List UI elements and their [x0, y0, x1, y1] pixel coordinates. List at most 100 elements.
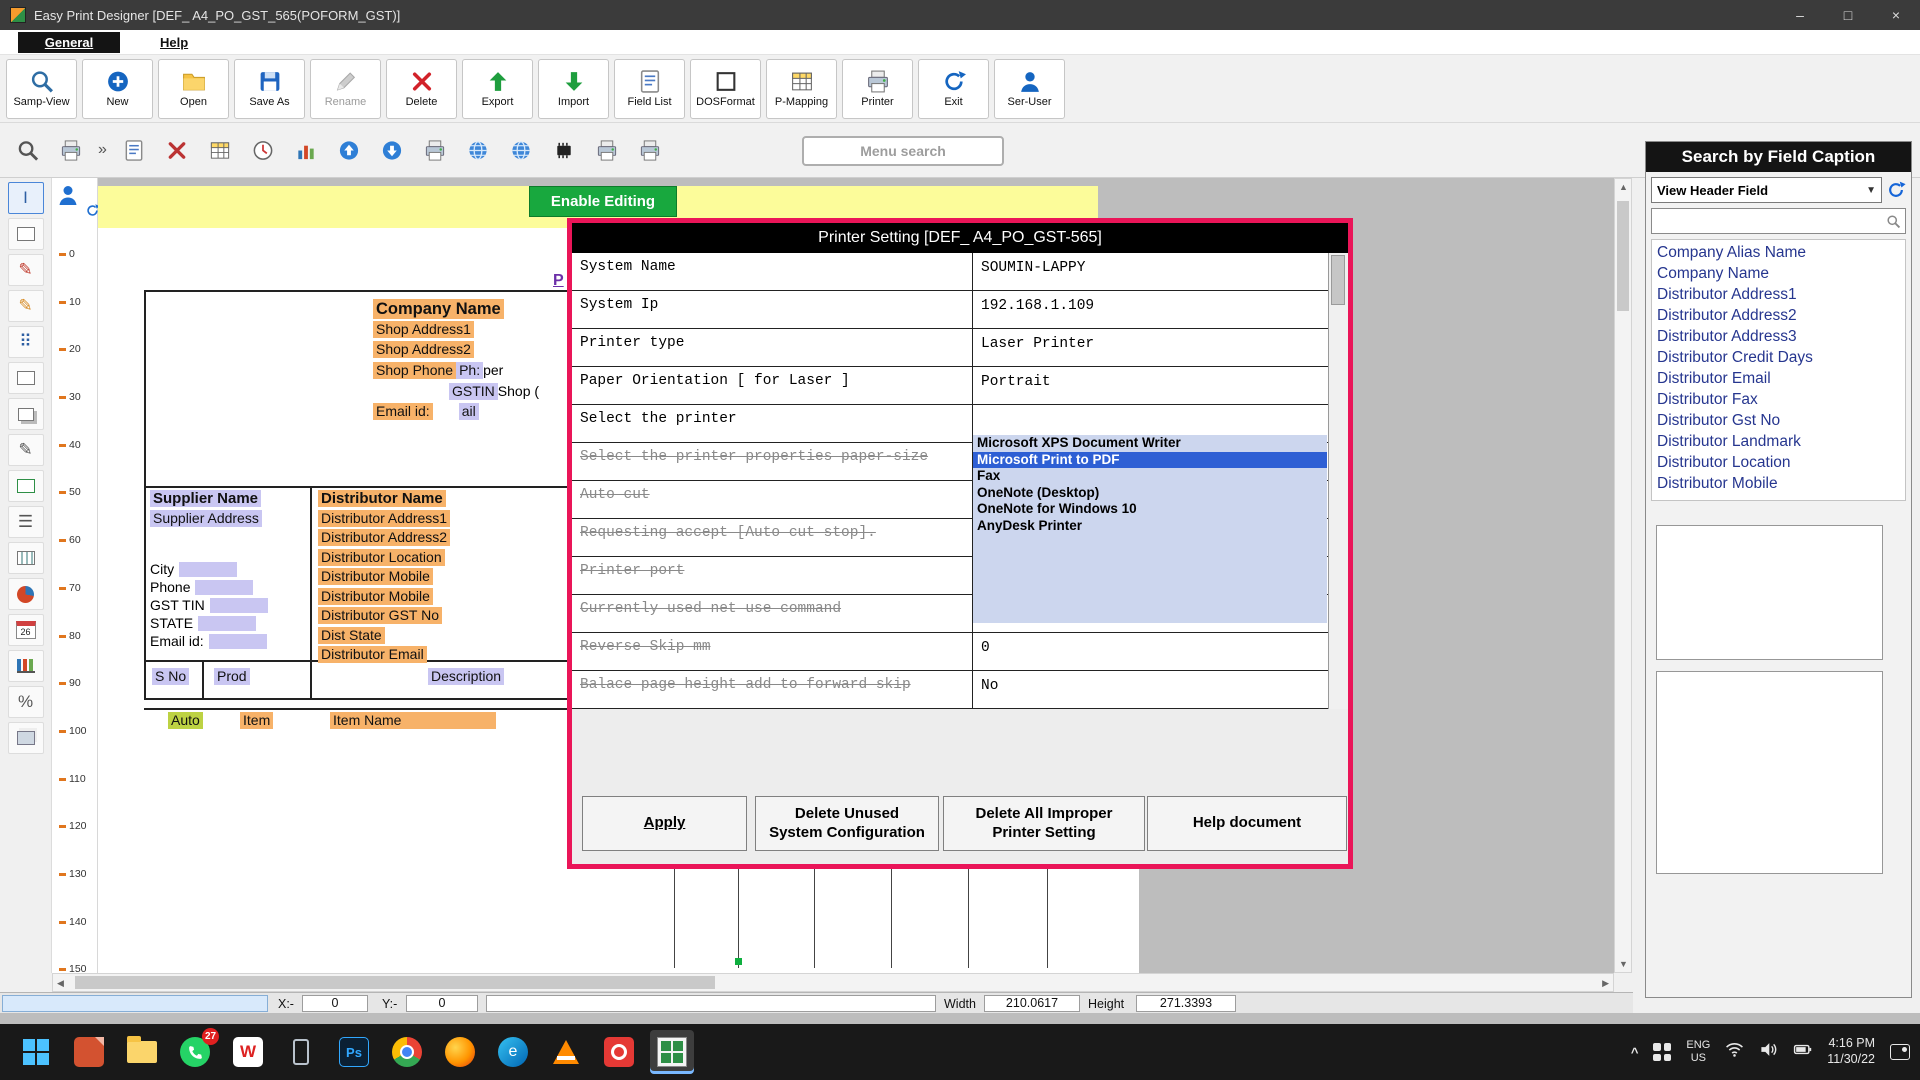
vlc-icon[interactable]	[544, 1030, 588, 1074]
field-caption-item[interactable]: Company Name	[1652, 263, 1905, 284]
gstin-field[interactable]: GSTIN	[449, 383, 498, 400]
cloud-download-button[interactable]	[374, 133, 410, 167]
printer-export-button[interactable]	[589, 133, 625, 167]
bar-chart-tool[interactable]	[8, 650, 44, 682]
refresh-icon[interactable]	[1886, 180, 1906, 200]
horizontal-scroll-thumb[interactable]	[75, 976, 715, 989]
frame-tool[interactable]	[8, 218, 44, 250]
field-caption-item[interactable]: Distributor Gst No	[1652, 410, 1905, 431]
horizontal-scrollbar[interactable]: ◀ ▶	[52, 973, 1614, 992]
supplier-field-value-box[interactable]	[209, 634, 267, 649]
item-name-field[interactable]: Item Name	[330, 712, 496, 729]
sign-pen-tool[interactable]: ✎	[8, 434, 44, 466]
delete-unused-system-configuration-button[interactable]: Delete UnusedSystem Configuration	[755, 796, 939, 851]
firefox-icon[interactable]	[438, 1030, 482, 1074]
auto-field[interactable]: Auto	[168, 712, 203, 729]
samp-view-button[interactable]: Samp-View	[6, 59, 77, 119]
distributor-field-label[interactable]: Distributor Email	[318, 646, 427, 663]
enable-editing-button[interactable]: Enable Editing	[529, 186, 677, 217]
import-button[interactable]: Import	[538, 59, 609, 119]
exit-button[interactable]: Exit	[918, 59, 989, 119]
anydesk-icon[interactable]	[597, 1030, 641, 1074]
distributor-field-label[interactable]: Distributor Mobile	[318, 588, 433, 605]
distributor-field-label[interactable]: Distributor Address1	[318, 510, 450, 527]
page-edit-button[interactable]	[116, 133, 152, 167]
open-button[interactable]: Open	[158, 59, 229, 119]
page-heading-partial[interactable]: P	[553, 272, 564, 290]
printer-import-button[interactable]	[632, 133, 668, 167]
percent-tool[interactable]: %	[8, 686, 44, 718]
email-value-field[interactable]: ail	[459, 403, 479, 420]
toolbar-overflow-chevron[interactable]: »	[98, 141, 107, 159]
distributor-field-label[interactable]: Distributor GST No	[318, 607, 442, 624]
printer-option[interactable]: Fax	[973, 468, 1327, 485]
export-button[interactable]: Export	[462, 59, 533, 119]
cloud-upload-button[interactable]	[331, 133, 367, 167]
globe-button[interactable]	[503, 133, 539, 167]
shop-phone-field[interactable]: Shop Phone	[373, 362, 456, 379]
supplier-address-field[interactable]: Supplier Address	[150, 510, 262, 527]
vertical-scrollbar[interactable]: ▲ ▼	[1614, 178, 1632, 973]
print-preview-button[interactable]	[10, 133, 46, 167]
menu-general[interactable]: General	[18, 32, 120, 53]
ser-user-button[interactable]: Ser-User	[994, 59, 1065, 119]
company-name-field[interactable]: Company Name	[373, 299, 504, 319]
dialog-scroll-thumb[interactable]	[1331, 255, 1345, 305]
printer-option[interactable]: OneNote (Desktop)	[973, 485, 1327, 502]
edge-icon[interactable]: e	[491, 1030, 535, 1074]
field-caption-item[interactable]: Company Alias Name	[1652, 242, 1905, 263]
field-caption-item[interactable]: Distributor Credit Days	[1652, 347, 1905, 368]
field-caption-item[interactable]: Distributor Mobile	[1652, 473, 1905, 494]
org-tree-button[interactable]	[288, 133, 324, 167]
dosformat-button[interactable]: DOSFormat	[690, 59, 761, 119]
pages-tool[interactable]	[8, 398, 44, 430]
pencil-tool[interactable]: ✎	[8, 290, 44, 322]
search-icon[interactable]	[1886, 214, 1901, 229]
red-pen-tool[interactable]: ✎	[8, 254, 44, 286]
field-caption-item[interactable]: Distributor Address2	[1652, 305, 1905, 326]
close-button[interactable]: ×	[1872, 0, 1920, 30]
field-caption-item[interactable]: Distributor Address1	[1652, 284, 1905, 305]
start-button[interactable]	[14, 1030, 58, 1074]
clock[interactable]: 4:16 PM 11/30/22	[1827, 1036, 1875, 1067]
user-refresh-tool[interactable]	[56, 182, 100, 218]
field-list-button[interactable]: Field List	[614, 59, 685, 119]
memory-chip-button[interactable]	[546, 133, 582, 167]
dialog-scrollbar[interactable]	[1328, 253, 1348, 709]
supplier-field-label[interactable]: Email id:	[150, 634, 204, 649]
distributor-field-label[interactable]: Distributor Mobile	[318, 568, 433, 585]
hidden-icons-chevron[interactable]: ^	[1631, 1045, 1639, 1060]
photoshop-icon[interactable]: Ps	[332, 1030, 376, 1074]
distributor-field-label[interactable]: Dist State	[318, 627, 385, 644]
wifi-icon[interactable]	[1725, 1040, 1744, 1064]
supplier-name-field[interactable]: Supplier Name	[150, 490, 261, 507]
distributor-field-label[interactable]: Distributor Location	[318, 549, 445, 566]
supplier-field-value-box[interactable]	[179, 562, 237, 577]
supplier-field-label[interactable]: GST TIN	[150, 598, 205, 613]
apply-button[interactable]: Apply	[582, 796, 747, 851]
notification-center-icon[interactable]	[1890, 1044, 1910, 1060]
printer-option[interactable]: AnyDesk Printer	[973, 518, 1327, 535]
view-selector-dropdown[interactable]: View Header Field ▼	[1651, 177, 1882, 203]
text-select-tool[interactable]: I	[8, 182, 44, 214]
menu-help[interactable]: Help	[160, 35, 188, 50]
insert-image-tool[interactable]	[8, 470, 44, 502]
delete-all-improper-printer-setting-button[interactable]: Delete All ImproperPrinter Setting	[943, 796, 1145, 851]
volume-icon[interactable]	[1759, 1040, 1778, 1064]
columns-tool[interactable]	[8, 542, 44, 574]
description-header-field[interactable]: Description	[428, 668, 504, 685]
report-design-button[interactable]	[202, 133, 238, 167]
field-caption-item[interactable]: Distributor Location	[1652, 452, 1905, 473]
scroll-down-icon[interactable]: ▼	[1619, 959, 1628, 969]
supplier-field-label[interactable]: Phone	[150, 580, 190, 595]
pie-chart-tool[interactable]	[8, 578, 44, 610]
prod-header-field[interactable]: Prod	[214, 668, 250, 685]
delete-button[interactable]: Delete	[386, 59, 457, 119]
print-stack-tool[interactable]	[8, 722, 44, 754]
phone-link-icon[interactable]	[279, 1030, 323, 1074]
phone-value-field[interactable]: Ph:	[456, 362, 483, 379]
distributor-field-label[interactable]: Distributor Address2	[318, 529, 450, 546]
printer-button[interactable]: Printer	[842, 59, 913, 119]
scroll-left-icon[interactable]: ◀	[57, 978, 64, 989]
email-label-field[interactable]: Email id:	[373, 403, 433, 420]
